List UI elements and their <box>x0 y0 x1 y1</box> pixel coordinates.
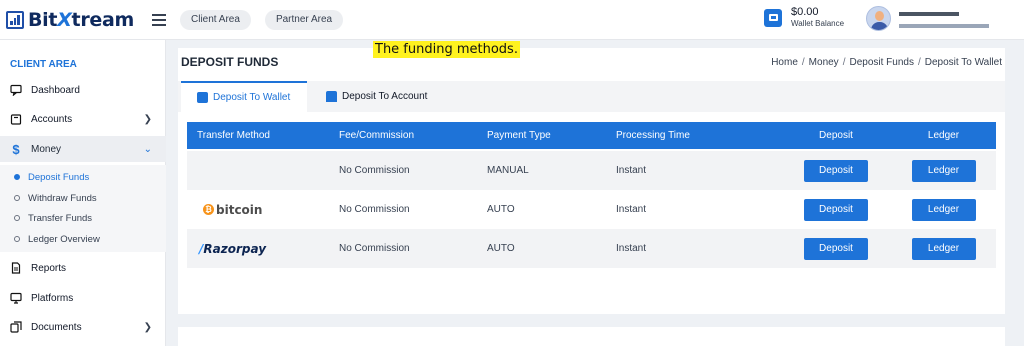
sidebar-item-money[interactable]: $ Money ⌄ <box>0 136 166 162</box>
tab-deposit-to-wallet[interactable]: Deposit To Wallet <box>181 81 307 112</box>
tab-label: Deposit To Account <box>342 91 428 102</box>
wallet-balance[interactable]: $0.00 Wallet Balance <box>764 7 844 28</box>
submenu-label: Withdraw Funds <box>28 192 97 204</box>
brand-name: BitXtream <box>28 8 135 31</box>
partner-area-link[interactable]: Partner Area <box>264 9 344 30</box>
wallet-label: Wallet Balance <box>791 19 845 28</box>
tab-deposit-to-account[interactable]: Deposit To Account <box>326 81 456 112</box>
sidebar-item-label: Platforms <box>31 292 74 304</box>
sidebar-item-dashboard[interactable]: Dashboard <box>0 77 166 103</box>
breadcrumb-current: Deposit To Wallet <box>924 57 1002 68</box>
processing-time-cell: Instant <box>616 204 647 215</box>
dollar-icon: $ <box>12 141 20 157</box>
payment-type-cell: AUTO <box>487 204 515 215</box>
page-title: DEPOSIT FUNDS <box>181 55 279 69</box>
column-header: Transfer Method <box>197 130 270 141</box>
sidebar-item-reports[interactable]: Reports <box>0 255 166 281</box>
sidebar-item-label: Documents <box>31 321 82 333</box>
ledger-button[interactable]: Ledger <box>911 159 976 182</box>
submenu-transfer-funds[interactable]: Transfer Funds <box>0 208 166 228</box>
bullet-icon <box>14 195 20 201</box>
submenu-label: Transfer Funds <box>28 212 93 224</box>
sidebar-section-title: CLIENT AREA <box>10 59 77 70</box>
wallet-icon <box>197 92 208 103</box>
submenu-withdraw-funds[interactable]: Withdraw Funds <box>0 188 166 208</box>
breadcrumb: Home / Money / Deposit Funds / Deposit To W… <box>771 57 1002 68</box>
breadcrumb-deposit-funds[interactable]: Deposit Funds <box>849 57 913 68</box>
column-header: Processing Time <box>616 130 690 141</box>
table-row: ₿ bitcoin No Commission AUTO Instant Depo… <box>187 190 996 229</box>
column-header: Ledger <box>927 130 960 141</box>
column-header: Fee/Commission <box>339 130 415 141</box>
breadcrumb-money[interactable]: Money <box>809 57 839 68</box>
client-area-link[interactable]: Client Area <box>180 9 251 30</box>
deposit-button[interactable]: Deposit <box>804 237 868 260</box>
bank-icon <box>326 91 337 102</box>
tab-label: Deposit To Wallet <box>213 92 291 103</box>
tabs: Deposit To Wallet Deposit To Account <box>178 81 1005 112</box>
redacted-user-info <box>899 24 989 28</box>
brand-logo[interactable]: BitXtream <box>6 0 134 40</box>
fee-cell: No Commission <box>339 165 410 176</box>
annotation-label: The funding methods. <box>373 41 520 58</box>
processing-time-cell: Instant <box>616 243 647 254</box>
submenu-label: Deposit Funds <box>28 171 90 183</box>
chart-bars-icon <box>6 10 24 29</box>
sidebar-item-label: Money <box>31 143 62 155</box>
ledger-button[interactable]: Ledger <box>911 237 976 260</box>
deposit-button[interactable]: Deposit <box>804 159 868 182</box>
wallet-icon <box>764 8 782 27</box>
deposit-button[interactable]: Deposit <box>804 198 868 221</box>
copy-icon <box>10 321 22 333</box>
table-header: Transfer Method Fee/Commission Payment T… <box>187 122 996 149</box>
sidebar-item-platforms[interactable]: Platforms <box>0 285 166 311</box>
sidebar-item-accounts[interactable]: Accounts ❯ <box>0 106 166 132</box>
bullet-icon <box>14 215 20 221</box>
sidebar-item-label: Dashboard <box>31 84 80 96</box>
chevron-right-icon: ❯ <box>143 113 152 125</box>
column-header: Payment Type <box>487 130 551 141</box>
redacted-user-name <box>899 12 959 16</box>
bitcoin-icon: ₿ <box>203 204 214 215</box>
sidebar-item-label: Accounts <box>31 113 73 125</box>
monitor-chat-icon <box>10 84 22 96</box>
secondary-card <box>178 327 1005 346</box>
fee-cell: No Commission <box>339 204 410 215</box>
sidebar-item-label: Reports <box>31 262 67 274</box>
user-avatar[interactable] <box>866 6 891 31</box>
wallet-amount: $0.00 <box>791 6 819 18</box>
bitcoin-logo: ₿ bitcoin <box>197 203 330 217</box>
bullet-icon <box>14 236 20 242</box>
ledger-button[interactable]: Ledger <box>911 198 976 221</box>
processing-time-cell: Instant <box>616 165 647 176</box>
hamburger-menu-icon[interactable] <box>152 13 167 26</box>
document-icon <box>10 262 22 274</box>
sidebar: CLIENT AREA Dashboard Accounts ❯ $ Money… <box>0 40 166 346</box>
table-row: No Commission MANUAL Instant Deposit Led… <box>187 151 996 190</box>
bullet-icon <box>14 174 20 180</box>
top-bar: BitXtream Client Area Partner Area $0.00… <box>0 0 1024 40</box>
chevron-right-icon: ❯ <box>143 321 152 333</box>
funding-methods-table: Transfer Method Fee/Commission Payment T… <box>187 122 996 268</box>
submenu-label: Ledger Overview <box>28 233 100 245</box>
submenu-ledger-overview[interactable]: Ledger Overview <box>0 229 166 249</box>
briefcase-icon <box>10 113 22 125</box>
table-row: /Razorpay No Commission AUTO Instant Dep… <box>187 229 996 268</box>
razorpay-logo: /Razorpay <box>199 241 267 256</box>
desktop-icon <box>10 292 22 304</box>
submenu-deposit-funds[interactable]: Deposit Funds <box>0 167 166 187</box>
breadcrumb-home[interactable]: Home <box>771 57 798 68</box>
sidebar-item-documents[interactable]: Documents ❯ <box>0 314 166 340</box>
payment-type-cell: AUTO <box>487 243 515 254</box>
column-header: Deposit <box>819 130 853 141</box>
chevron-down-icon: ⌄ <box>143 143 152 155</box>
fee-cell: No Commission <box>339 243 410 254</box>
payment-type-cell: MANUAL <box>487 165 529 176</box>
